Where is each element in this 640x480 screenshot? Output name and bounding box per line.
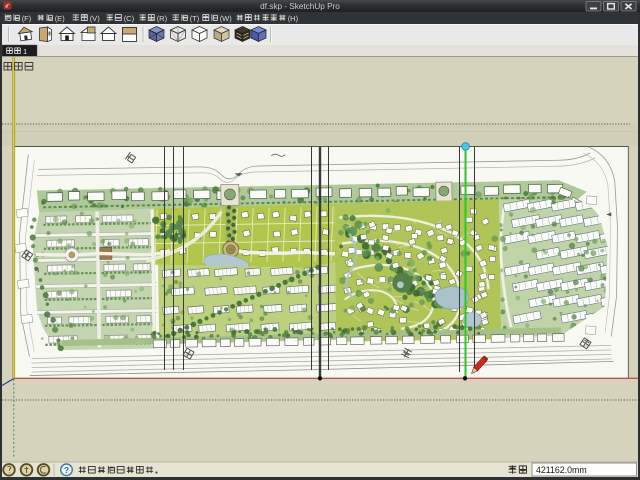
svg-text:421162.0mm: 421162.0mm [536, 465, 587, 475]
svg-text:(C): (C) [124, 14, 135, 23]
svg-text:(W): (W) [220, 14, 233, 23]
svg-text:df.skp - SketchUp Pro: df.skp - SketchUp Pro [260, 2, 340, 11]
svg-text:(F): (F) [22, 14, 32, 23]
svg-text:(T): (T) [190, 14, 200, 23]
svg-text:(H): (H) [288, 14, 299, 23]
svg-text:(R): (R) [157, 14, 168, 23]
svg-text:(V): (V) [90, 14, 101, 23]
svg-text:1: 1 [23, 47, 27, 56]
svg-text:?: ? [64, 465, 69, 475]
svg-text:(E): (E) [55, 14, 65, 23]
